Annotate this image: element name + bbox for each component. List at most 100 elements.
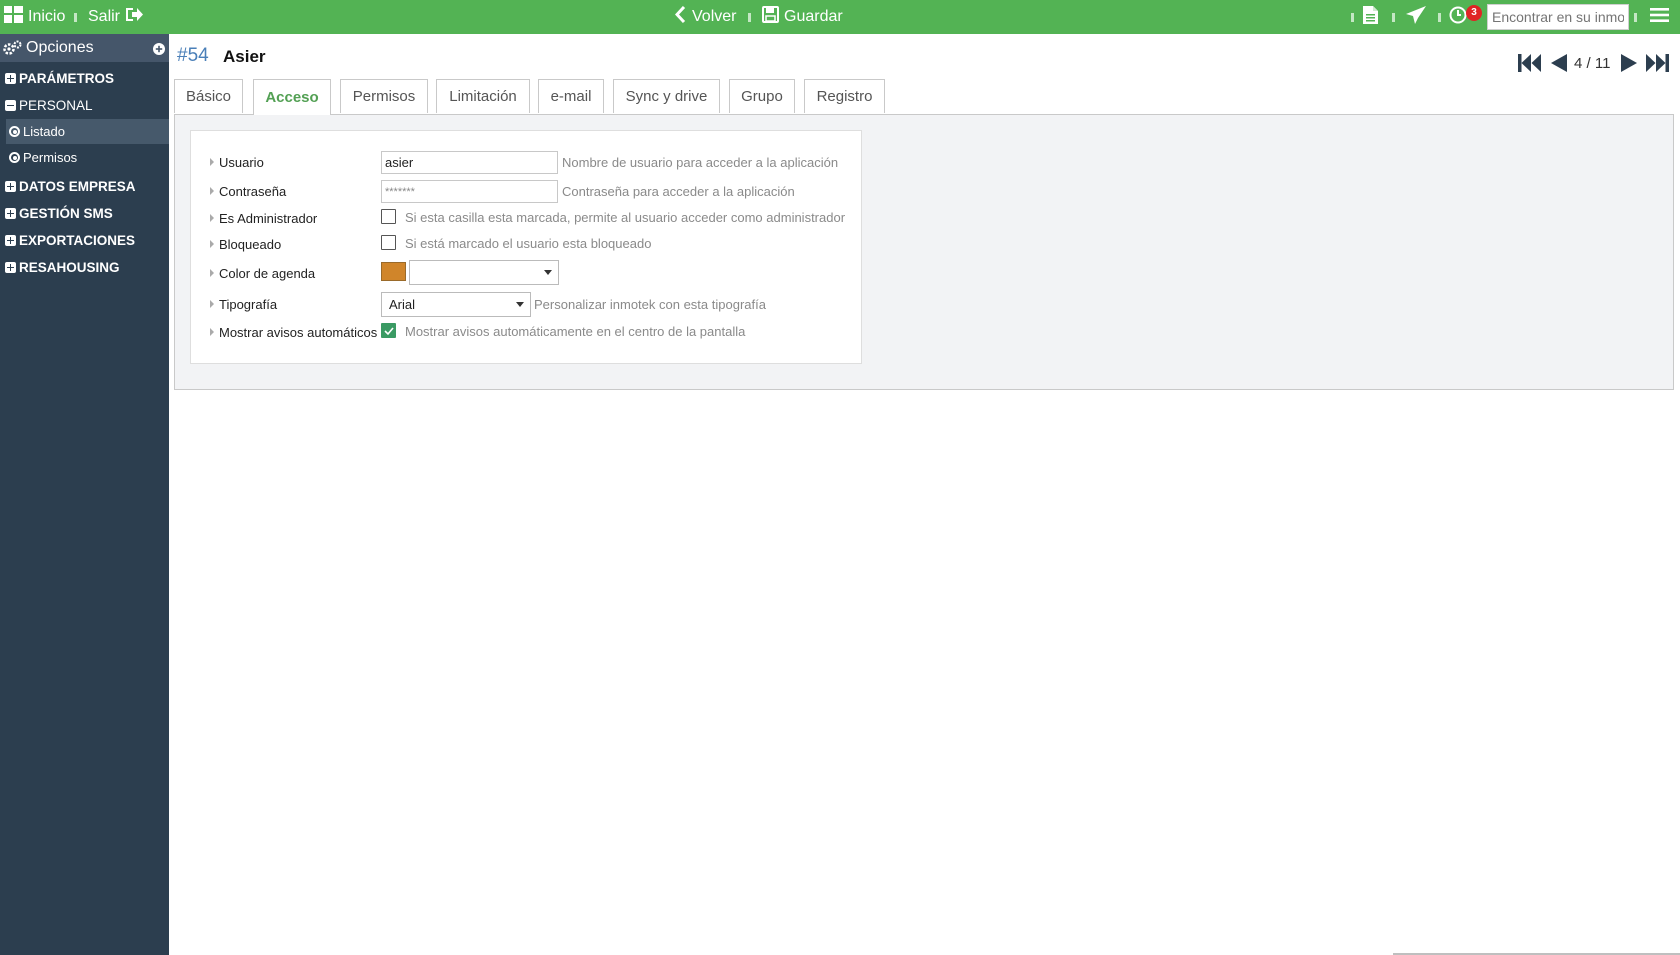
menu-button[interactable] [1650,0,1669,34]
sidebar-section-label: GESTIÓN SMS [19,205,113,221]
usuario-label: Usuario [210,151,264,173]
usuario-hint: Nombre de usuario para acceder a la apli… [562,155,839,170]
first-record-button[interactable] [1518,52,1541,76]
guardar-label: Guardar [784,8,843,25]
caret-right-icon [210,187,214,195]
caret-right-icon [210,300,214,308]
tipografia-select[interactable]: Arial [381,292,531,317]
sidebar-section-label: DATOS EMPRESA [19,178,136,194]
volver-label: Volver [692,8,737,25]
es-admin-hint: Si esta casilla esta marcada, permite al… [405,210,846,225]
top-toolbar: Inicio Salir Volver Guardar 3 Encontrar … [0,0,1680,34]
record-name: Asier [223,47,266,66]
caret-right-icon [210,240,214,248]
plus-square-icon [5,72,16,84]
check-icon [383,326,394,335]
caret-right-icon [210,158,214,166]
salir-button[interactable]: Salir [88,0,144,34]
separator [1392,13,1395,22]
first-icon [1518,53,1541,76]
es-admin-checkbox[interactable] [381,209,396,224]
dot-circle-icon [9,126,20,137]
color-agenda-label: Color de agenda [210,262,315,284]
sidebar-section-label: EXPORTACIONES [19,232,136,248]
sidebar-item-label: Permisos [23,150,78,165]
pager-position: 4 / 11 [1574,55,1611,72]
avisos-label: Mostrar avisos automáticos [210,321,377,343]
inicio-button[interactable]: Inicio [4,0,65,34]
volver-button[interactable]: Volver [674,0,737,34]
bloqueado-label: Bloqueado [210,233,281,255]
separator [1351,13,1354,22]
plus-square-icon [5,207,16,219]
es-admin-label: Es Administrador [210,207,317,229]
prev-record-button[interactable] [1550,52,1568,76]
contrasena-label: Contraseña [210,180,286,202]
sidebar-section-exportaciones[interactable]: EXPORTACIONES [0,228,169,252]
next-record-button[interactable] [1620,52,1638,76]
sidebar-title: Opciones [26,39,94,56]
color-swatch[interactable] [381,262,406,281]
caret-right-icon [210,269,214,277]
sidebar-section-gestion-sms[interactable]: GESTIÓN SMS [0,201,169,225]
contrasena-input[interactable] [381,180,558,203]
chevron-left-icon [674,5,687,28]
plus-square-icon [5,234,16,246]
tab-registro[interactable]: Registro [804,79,885,113]
sidebar-section-personal[interactable]: PERSONAL [0,93,169,117]
tab-permisos[interactable]: Permisos [340,79,428,113]
notifications-button[interactable] [1449,0,1467,34]
tab-acceso[interactable]: Acceso [253,79,331,115]
sidebar-section-datos-empresa[interactable]: DATOS EMPRESA [0,174,169,198]
tab-grupo[interactable]: Grupo [729,79,795,113]
plus-square-icon [5,180,16,192]
search-input[interactable] [1487,4,1629,30]
gears-icon [3,40,22,56]
bloqueado-hint: Si está marcado el usuario esta bloquead… [405,236,652,251]
caret-right-icon [210,328,214,336]
tab-sync-drive[interactable]: Sync y drive [613,79,720,113]
tipografia-hint: Personalizar inmotek con esta tipografía [534,297,766,312]
tab-email[interactable]: e-mail [538,79,604,113]
sidebar-section-label: PERSONAL [19,97,93,113]
usuario-input[interactable] [381,151,558,174]
last-record-button[interactable] [1646,52,1669,76]
caret-right-icon [210,214,214,222]
sidebar-item-listado[interactable]: Listado [6,119,169,144]
separator [1634,13,1637,22]
sidebar-section-label: RESAHOUSING [19,259,120,275]
last-icon [1646,53,1669,76]
separator [1438,13,1441,22]
bloqueado-checkbox[interactable] [381,235,396,250]
sidebar-section-label: PARÁMETROS [19,70,115,86]
separator [748,13,751,22]
avisos-checkbox[interactable] [381,323,396,338]
tab-basico[interactable]: Básico [174,79,243,113]
tipografia-label: Tipografía [210,293,277,315]
next-icon [1620,53,1638,76]
document-button[interactable] [1362,0,1379,34]
sidebar-section-parametros[interactable]: PARÁMETROS [0,66,169,90]
color-agenda-select[interactable] [409,260,559,285]
sidebar-section-resahousing[interactable]: RESAHOUSING [0,255,169,279]
save-icon [762,6,779,28]
paper-plane-icon [1405,5,1427,30]
add-circle-icon[interactable] [153,42,165,60]
notification-badge: 3 [1466,5,1482,21]
document-icon [1362,5,1379,30]
sidebar-header: Opciones [0,34,169,62]
record-id: #54 [177,45,209,66]
sign-out-icon [125,6,144,28]
clock-icon [1449,6,1467,29]
sidebar: Opciones PARÁMETROS PERSONAL Listado Per… [0,34,169,955]
hamburger-icon [1650,7,1669,28]
caret-down-icon [516,302,524,307]
sidebar-item-label: Listado [23,124,65,139]
tab-limitacion[interactable]: Limitación [436,79,530,113]
send-button[interactable] [1405,0,1427,34]
guardar-button[interactable]: Guardar [762,0,843,34]
salir-label: Salir [88,8,121,25]
inicio-label: Inicio [28,8,66,25]
separator [74,13,77,22]
sidebar-item-permisos[interactable]: Permisos [6,145,169,170]
